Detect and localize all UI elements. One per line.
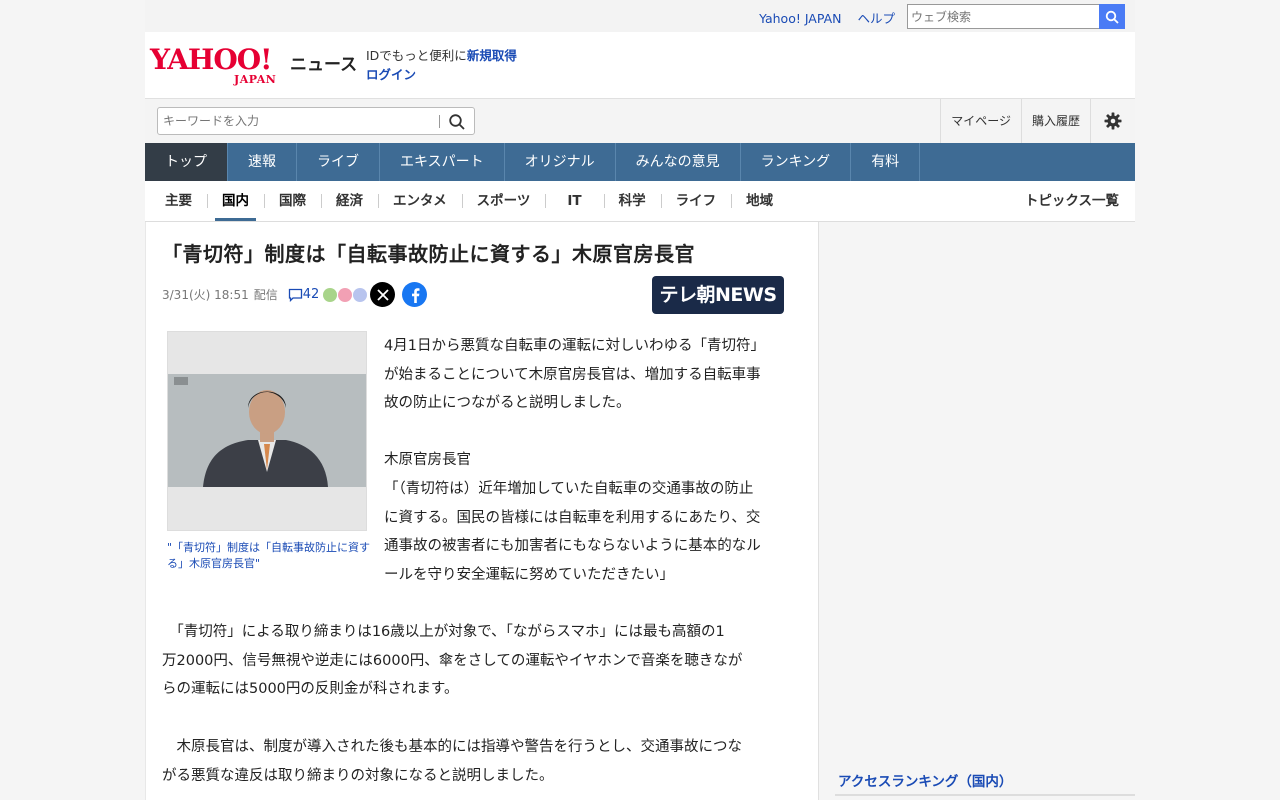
quote-line: ールを守り安全運転に努めていただきたい」 [384, 566, 674, 583]
category-nav: 主要 国内 国際 経済 エンタメ スポーツ IT 科学 ライフ 地域 トピックス… [145, 181, 1135, 222]
utility-bar: Yahoo! JAPAN ヘルプ [145, 0, 1135, 32]
category-it[interactable]: IT [545, 181, 603, 221]
main-nav-live[interactable]: ライブ [297, 143, 380, 181]
yahoo-logo[interactable]: YAHOO! JAPAN [150, 43, 290, 87]
article-paragraph-2: 「青切符」による取り締まりは16歳以上が対象で、「ながらスマホ」には最も高額の1… [162, 618, 807, 704]
brand-header: YAHOO! JAPAN ニュース IDでもっと便利に新規取得 ログイン [145, 32, 1135, 98]
yahoo-japan-link[interactable]: Yahoo! JAPAN [759, 11, 841, 26]
search-row: マイページ 購入履歴 [145, 98, 1135, 143]
topics-list-link[interactable]: トピックス一覧 [1025, 181, 1119, 221]
utility-links: Yahoo! JAPAN ヘルプ [747, 8, 895, 27]
article: 「青切符」制度は「自転事故防止に資する」木原官房長官 3/31(火) 18:51… [145, 222, 819, 800]
logo-sub: JAPAN [234, 73, 277, 86]
paragraph-line: が始まることについて木原官房長官は、増加する自転車事 [384, 366, 761, 383]
photo-image [168, 374, 366, 487]
article-body-intro: 4月1日から悪質な自転車の運転に対しいわゆる「青切符」 が始まることについて木原… [384, 332, 804, 589]
web-search-input[interactable] [907, 4, 1099, 29]
article-date: 3/31(火) 18:51 [162, 288, 249, 302]
mypage-link[interactable]: マイページ [940, 99, 1021, 143]
speaker-name: 木原官房長官 [384, 452, 471, 469]
quote-line: 「（青切符は）近年増加していた自転車の交通事故の防止 [384, 480, 754, 497]
main-nav-original[interactable]: オリジナル [505, 143, 616, 181]
register-link[interactable]: 新規取得 [467, 48, 517, 63]
web-search [907, 4, 1125, 29]
main-nav-paid[interactable]: 有料 [851, 143, 921, 181]
web-search-button[interactable] [1099, 4, 1125, 29]
service-name[interactable]: ニュース [290, 50, 357, 75]
comment-icon [288, 288, 302, 302]
search-divider [439, 115, 440, 128]
settings-button[interactable] [1090, 99, 1135, 143]
paragraph-line: 木原長官は、制度が導入された後も基本的には指導や警告を行うとし、交通事故につな [162, 739, 742, 755]
category-main[interactable]: 主要 [150, 181, 207, 221]
neutral-face-icon [353, 287, 368, 302]
quote-line: 通事故の被害者にも加害者にもならないように基本的なル [384, 538, 761, 555]
category-domestic[interactable]: 国内 [207, 181, 264, 221]
history-link[interactable]: 購入履歴 [1020, 99, 1090, 143]
article-paragraph-3: 木原長官は、制度が導入された後も基本的には指導や警告を行うとし、交通事故につな … [162, 733, 807, 790]
keyword-search [157, 107, 475, 135]
gear-icon [1104, 112, 1122, 130]
access-ranking-title[interactable]: アクセスランキング（国内） [838, 770, 1012, 790]
article-photo[interactable] [167, 331, 367, 531]
category-life[interactable]: ライフ [660, 181, 732, 221]
main-nav-ranking[interactable]: ランキング [741, 143, 852, 181]
comment-link[interactable]: 42 [288, 287, 320, 302]
keyword-input[interactable] [158, 108, 428, 134]
login-link[interactable]: ログイン [366, 67, 416, 82]
category-international[interactable]: 国際 [264, 181, 321, 221]
id-prompt: IDでもっと便利に [366, 48, 467, 63]
category-region[interactable]: 地域 [731, 181, 788, 221]
paragraph-line: らの運転には5000円の反則金が科されます。 [162, 681, 459, 698]
category-entertainment[interactable]: エンタメ [378, 181, 462, 221]
main-nav: トップ 速報 ライブ エキスパート オリジナル みんなの意見 ランキング 有料 [145, 143, 1135, 181]
paragraph-line: 万2000円、信号無視や逆走には6000円、傘をさしての運転やイヤホンで音楽を聴… [162, 652, 743, 669]
category-economy[interactable]: 経済 [321, 181, 378, 221]
quote-line: に資する。国民の皆様には自転車を利用するにあたり、交 [384, 509, 761, 526]
facebook-share-icon[interactable] [402, 282, 427, 307]
id-box: IDでもっと便利に新規取得 ログイン [366, 46, 517, 84]
search-icon [1105, 10, 1119, 24]
reaction-faces[interactable] [323, 287, 368, 302]
share-buttons [370, 282, 434, 307]
help-link[interactable]: ヘルプ [857, 11, 895, 26]
comment-count: 42 [302, 287, 320, 302]
sad-face-icon [338, 287, 353, 302]
main-nav-opinions[interactable]: みんなの意見 [616, 143, 741, 181]
paragraph-line: 4月1日から悪質な自転車の運転に対しいわゆる「青切符」 [384, 338, 765, 354]
paragraph-line: がる悪質な違反は取り締まりの対象になると説明しました。 [162, 767, 554, 784]
article-meta: 3/31(火) 18:51 配信 42 [162, 286, 368, 303]
x-share-icon[interactable] [370, 282, 395, 307]
main-nav-expert[interactable]: エキスパート [380, 143, 505, 181]
header-links: マイページ 購入履歴 [940, 99, 1135, 143]
category-sports[interactable]: スポーツ [461, 181, 546, 221]
happy-face-icon [323, 287, 338, 302]
main-nav-breaking[interactable]: 速報 [228, 143, 297, 181]
delivered-label: 配信 [253, 288, 278, 302]
sidebar-divider [835, 794, 1135, 796]
publisher-logo[interactable]: テレ朝NEWS [652, 276, 784, 314]
logo-main: YAHOO! [150, 43, 272, 76]
paragraph-line: 故の防止につながると説明しました。 [384, 395, 631, 412]
main-nav-top[interactable]: トップ [145, 143, 228, 181]
paragraph-line: 「青切符」による取り締まりは16歳以上が対象で、「ながらスマホ」には最も高額の1 [162, 624, 725, 640]
category-science[interactable]: 科学 [603, 181, 661, 221]
photo-caption[interactable]: "「青切符」制度は「自転事故防止に資する」木原官房長官" [167, 540, 377, 572]
search-icon[interactable] [448, 113, 466, 131]
article-headline: 「青切符」制度は「自転事故防止に資する」木原官房長官 [162, 242, 695, 266]
